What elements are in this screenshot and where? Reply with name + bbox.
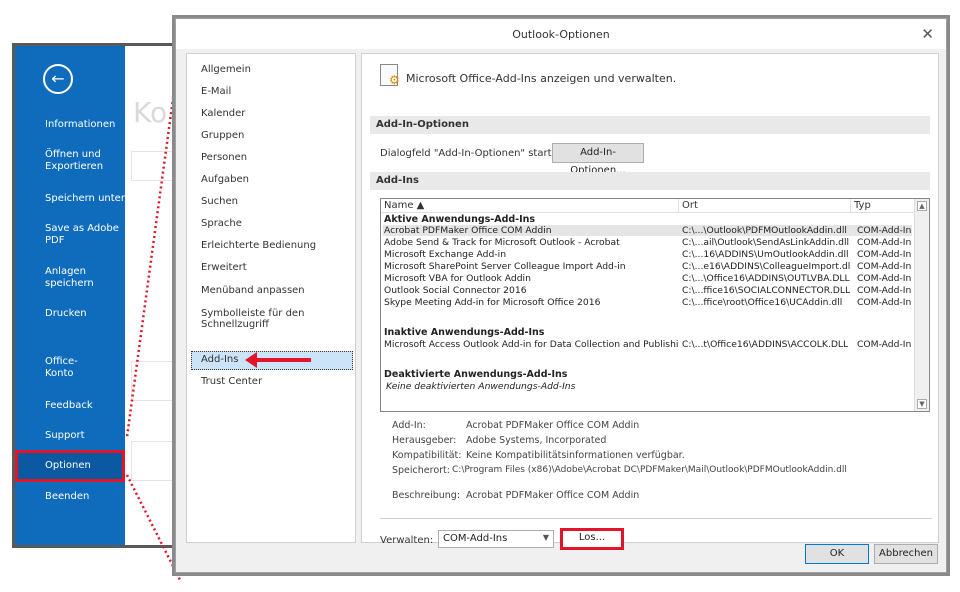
row-type: COM-Add-In: [857, 285, 912, 296]
empty-disabled-text: Keine deaktivierten Anwendungs-Add-Ins: [386, 381, 576, 392]
outlook-options-dialog: Outlook-Optionen ✕ Allgemein E-Mail Kale…: [175, 18, 947, 573]
divider: [380, 518, 932, 519]
dialog-titlebar: Outlook-Optionen ✕: [176, 19, 946, 49]
addins-list[interactable]: Name ▲ Ort Typ ▲ ▼ Aktive Anwendungs-Add…: [380, 198, 930, 412]
row-name: Adobe Send & Track for Microsoft Outlook…: [384, 237, 620, 248]
detail-publisher-value: Adobe Systems, Incorporated: [466, 435, 607, 446]
addin-options-button[interactable]: Add-In-Optionen...: [552, 143, 644, 176]
row-type: COM-Add-In: [857, 249, 912, 260]
options-nav: Allgemein E-Mail Kalender Gruppen Person…: [186, 53, 356, 543]
nav-item-menueband[interactable]: Menüband anpassen: [201, 285, 305, 296]
nav-item-allgemein[interactable]: Allgemein: [201, 64, 251, 75]
detail-addin-value: Acrobat PDFMaker Office COM Addin: [466, 420, 640, 431]
nav-item-trust-center[interactable]: Trust Center: [201, 376, 262, 387]
row-location: C:\...16\ADDINS\UmOutlookAddin.dll: [682, 249, 849, 260]
manage-select-value: COM-Add-Ins: [443, 533, 508, 544]
row-location: C:\...t\Office16\ADDINS\ACCOLK.DLL: [682, 339, 849, 350]
addins-panel: Microsoft Office-Add-Ins anzeigen und ve…: [361, 53, 939, 550]
nav-item-gruppen[interactable]: Gruppen: [201, 130, 244, 141]
column-header-name[interactable]: Name ▲: [381, 199, 679, 213]
detail-desc-value: Acrobat PDFMaker Office COM Addin: [466, 490, 640, 501]
row-name: Microsoft Exchange Add-in: [384, 249, 507, 260]
row-name: Skype Meeting Add-in for Microsoft Offic…: [384, 297, 601, 308]
row-type: COM-Add-In: [857, 273, 912, 284]
row-type: COM-Add-In: [857, 297, 912, 308]
screenshot-stage: ← Informationen Öffnen und Exportieren S…: [0, 0, 960, 592]
row-type: COM-Add-In: [857, 261, 912, 272]
row-location: C:\...ffice\root\Office16\UCAddin.dll: [682, 297, 843, 308]
ok-button[interactable]: OK: [805, 544, 869, 564]
nav-item-schnellzugriff[interactable]: Symbolleiste für den Schnellzugriff: [201, 308, 355, 330]
row-location: C:\...ffice16\SOCIALCONNECTOR.DLL: [682, 285, 850, 296]
panel-heading: Microsoft Office-Add-Ins anzeigen und ve…: [406, 72, 677, 85]
nav-item-add-ins[interactable]: Add-Ins: [201, 354, 238, 365]
row-name: Microsoft Access Outlook Add-in for Data…: [384, 339, 679, 350]
group-inactive-title: Inaktive Anwendungs-Add-Ins: [384, 327, 545, 338]
detail-compat-label: Kompatibilität:: [392, 450, 462, 461]
list-item: Keine deaktivierten Anwendungs-Add-Ins: [383, 381, 912, 392]
table-row[interactable]: Microsoft SharePoint Server Colleague Im…: [383, 261, 912, 272]
chevron-down-icon: ▼: [542, 533, 549, 542]
row-name: Microsoft VBA for Outlook Addin: [384, 273, 531, 284]
manage-label: Verwalten:: [380, 535, 434, 546]
detail-location-label: Speicherort:: [392, 465, 450, 476]
red-arrow-head-icon: [245, 352, 257, 368]
nav-item-kalender[interactable]: Kalender: [201, 108, 245, 119]
nav-item-erleichterte-bedienung[interactable]: Erleichterte Bedienung: [201, 240, 316, 251]
red-arrow-shaft: [253, 358, 311, 362]
table-row[interactable]: Microsoft Exchange Add-in C:\...16\ADDIN…: [383, 249, 912, 260]
nav-item-personen[interactable]: Personen: [201, 152, 247, 163]
close-icon[interactable]: ✕: [921, 25, 934, 43]
row-location: C:\...e16\ADDINS\ColleagueImport.dll: [682, 261, 850, 272]
addins-gear-icon: [380, 64, 400, 87]
zoom-line-bottom: [125, 474, 182, 581]
row-name: Outlook Social Connector 2016: [384, 285, 527, 296]
row-location: C:\...ail\Outlook\SendAsLinkAddin.dll: [682, 237, 850, 248]
row-type: COM-Add-In: [857, 237, 912, 248]
scroll-up-icon[interactable]: ▲: [917, 201, 927, 211]
column-header-typ[interactable]: Typ: [851, 199, 915, 213]
go-button[interactable]: Los...: [560, 528, 624, 550]
row-type: COM-Add-In: [857, 339, 912, 350]
table-row[interactable]: Adobe Send & Track for Microsoft Outlook…: [383, 237, 912, 248]
detail-addin-label: Add-In:: [392, 420, 426, 431]
table-row[interactable]: Microsoft VBA for Outlook Addin C:\...\O…: [383, 273, 912, 284]
list-scrollbar[interactable]: ▲ ▼: [914, 199, 929, 411]
row-name: Acrobat PDFMaker Office COM Addin: [384, 225, 552, 236]
group-active-title: Aktive Anwendungs-Add-Ins: [384, 214, 536, 225]
section-addins: Add-Ins: [370, 172, 930, 190]
row-name: Microsoft SharePoint Server Colleague Im…: [384, 261, 626, 272]
cancel-button[interactable]: Abbrechen: [874, 544, 938, 564]
nav-item-aufgaben[interactable]: Aufgaben: [201, 174, 249, 185]
nav-item-email[interactable]: E-Mail: [201, 86, 231, 97]
detail-location-value: C:\Program Files (x86)\Adobe\Acrobat DC\…: [452, 465, 847, 475]
scroll-down-icon[interactable]: ▼: [917, 399, 927, 409]
row-location: C:\...\Office16\ADDINS\OUTLVBA.DLL: [682, 273, 850, 284]
detail-compat-value: Keine Kompatibilitätsinformationen verfü…: [466, 450, 685, 461]
manage-select[interactable]: COM-Add-Ins ▼: [438, 530, 554, 548]
table-row[interactable]: Outlook Social Connector 2016 C:\...ffic…: [383, 285, 912, 296]
table-row[interactable]: Microsoft Access Outlook Add-in for Data…: [383, 339, 912, 350]
row-type: COM-Add-In: [857, 225, 912, 236]
section-addin-options: Add-In-Optionen: [370, 116, 930, 134]
nav-item-erweitert[interactable]: Erweitert: [201, 262, 247, 273]
group-disabled-title: Deaktivierte Anwendungs-Add-Ins: [384, 369, 568, 380]
options-launch-label: Dialogfeld "Add-In-Optionen" starten:: [380, 148, 568, 159]
dialog-title: Outlook-Optionen: [512, 28, 610, 41]
row-location: C:\...\Outlook\PDFMOutlookAddin.dll: [682, 225, 847, 236]
detail-desc-label: Beschreibung:: [392, 490, 461, 501]
column-header-ort[interactable]: Ort: [679, 199, 851, 213]
detail-publisher-label: Herausgeber:: [392, 435, 457, 446]
table-row[interactable]: Skype Meeting Add-in for Microsoft Offic…: [383, 297, 912, 308]
table-row[interactable]: Acrobat PDFMaker Office COM Addin C:\...…: [383, 225, 912, 236]
nav-item-sprache[interactable]: Sprache: [201, 218, 242, 229]
nav-item-suchen[interactable]: Suchen: [201, 196, 238, 207]
